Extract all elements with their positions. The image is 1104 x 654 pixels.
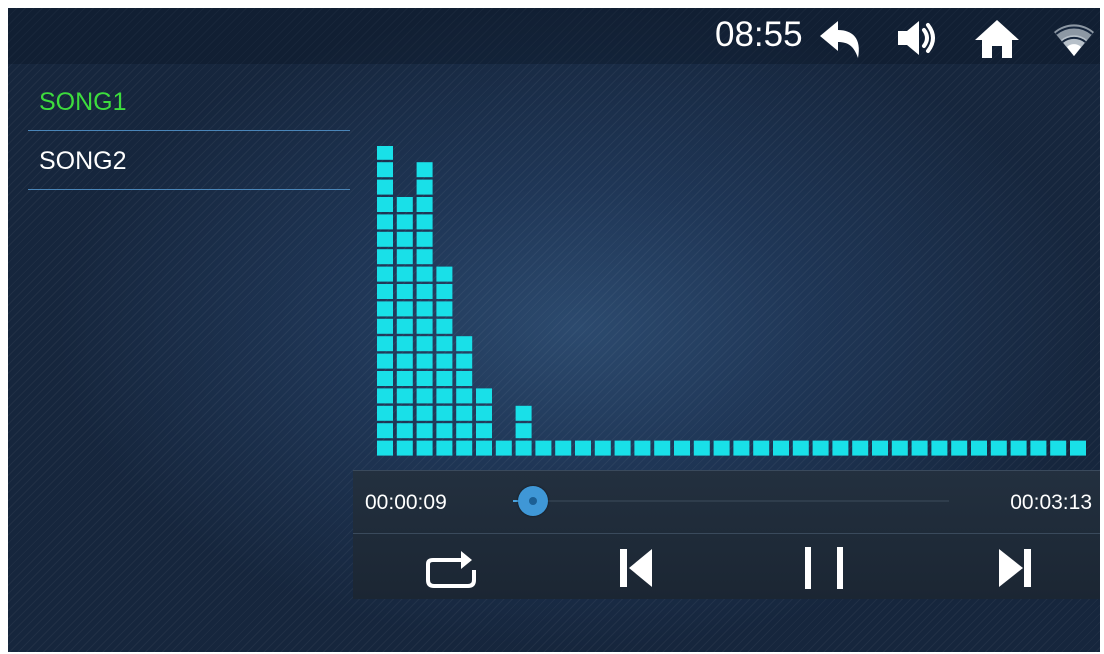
spectrum-bar xyxy=(792,440,809,456)
spectrum-bar xyxy=(674,440,690,456)
song-list: SONG1 SONG2 xyxy=(28,72,350,190)
spectrum-bar xyxy=(515,405,532,456)
spectrum-bar xyxy=(891,440,908,456)
player-controls: 00:00:09 00:03:13 xyxy=(353,470,1100,599)
spectrum-bar xyxy=(1030,440,1047,456)
progress-slider[interactable] xyxy=(513,486,949,516)
wifi-icon xyxy=(1053,18,1095,58)
spectrum-bar xyxy=(1050,440,1067,456)
spectrum-visualizer xyxy=(376,146,1086,460)
spectrum-bar xyxy=(951,440,968,456)
spectrum-bar xyxy=(773,440,789,456)
spectrum-bar xyxy=(832,440,849,456)
spectrum-bar xyxy=(594,440,611,456)
spectrum-bar xyxy=(693,440,710,456)
volume-icon[interactable] xyxy=(896,18,942,58)
spectrum-bar xyxy=(1070,440,1086,456)
spectrum-bar xyxy=(396,197,413,456)
progress-row: 00:00:09 00:03:13 xyxy=(353,471,1100,534)
spectrum-bar xyxy=(575,440,591,456)
spectrum-bar xyxy=(555,440,572,456)
spectrum-bar xyxy=(416,162,433,456)
spectrum-bar xyxy=(990,440,1007,456)
back-icon[interactable] xyxy=(818,18,864,58)
spectrum-bar xyxy=(812,440,829,456)
spectrum-bar xyxy=(733,440,750,456)
song-title: SONG1 xyxy=(39,88,127,116)
total-time: 00:03:13 xyxy=(1010,491,1092,514)
music-player-screen: 08:55 SONG1 SONG2 00:00:09 00:03:13 xyxy=(8,8,1100,652)
status-bar: 08:55 xyxy=(8,8,1100,64)
clock: 08:55 xyxy=(715,15,803,54)
spectrum-bar xyxy=(713,440,730,456)
home-icon[interactable] xyxy=(973,18,1021,58)
previous-button[interactable] xyxy=(619,546,655,590)
spectrum-bar xyxy=(634,440,651,456)
spectrum-bar xyxy=(614,440,631,456)
repeat-icon xyxy=(423,546,481,590)
spectrum-bar xyxy=(872,440,888,456)
song-item[interactable]: SONG1 xyxy=(28,72,350,131)
spectrum-bar xyxy=(456,336,473,456)
progress-knob[interactable] xyxy=(518,486,548,516)
song-item[interactable]: SONG2 xyxy=(28,131,350,190)
spectrum-bar xyxy=(1010,440,1027,456)
spectrum-bar xyxy=(377,146,393,456)
repeat-button[interactable] xyxy=(423,546,481,590)
spectrum-bar xyxy=(436,266,453,456)
previous-icon xyxy=(619,546,655,590)
elapsed-time: 00:00:09 xyxy=(365,491,447,514)
spectrum-bar xyxy=(535,440,552,456)
spectrum-bar xyxy=(911,440,928,456)
spectrum-bar xyxy=(931,440,948,456)
pause-icon xyxy=(804,546,846,590)
spectrum-bar xyxy=(476,388,492,456)
spectrum-bar xyxy=(971,440,987,456)
pause-button[interactable] xyxy=(804,546,846,590)
spectrum-bar xyxy=(495,440,512,456)
next-button[interactable] xyxy=(997,546,1033,590)
next-icon xyxy=(997,546,1033,590)
spectrum-bar xyxy=(753,440,770,456)
song-title: SONG2 xyxy=(39,147,127,175)
spectrum-bar xyxy=(654,440,671,456)
transport-buttons xyxy=(353,534,1100,599)
spectrum-bar xyxy=(852,440,869,456)
